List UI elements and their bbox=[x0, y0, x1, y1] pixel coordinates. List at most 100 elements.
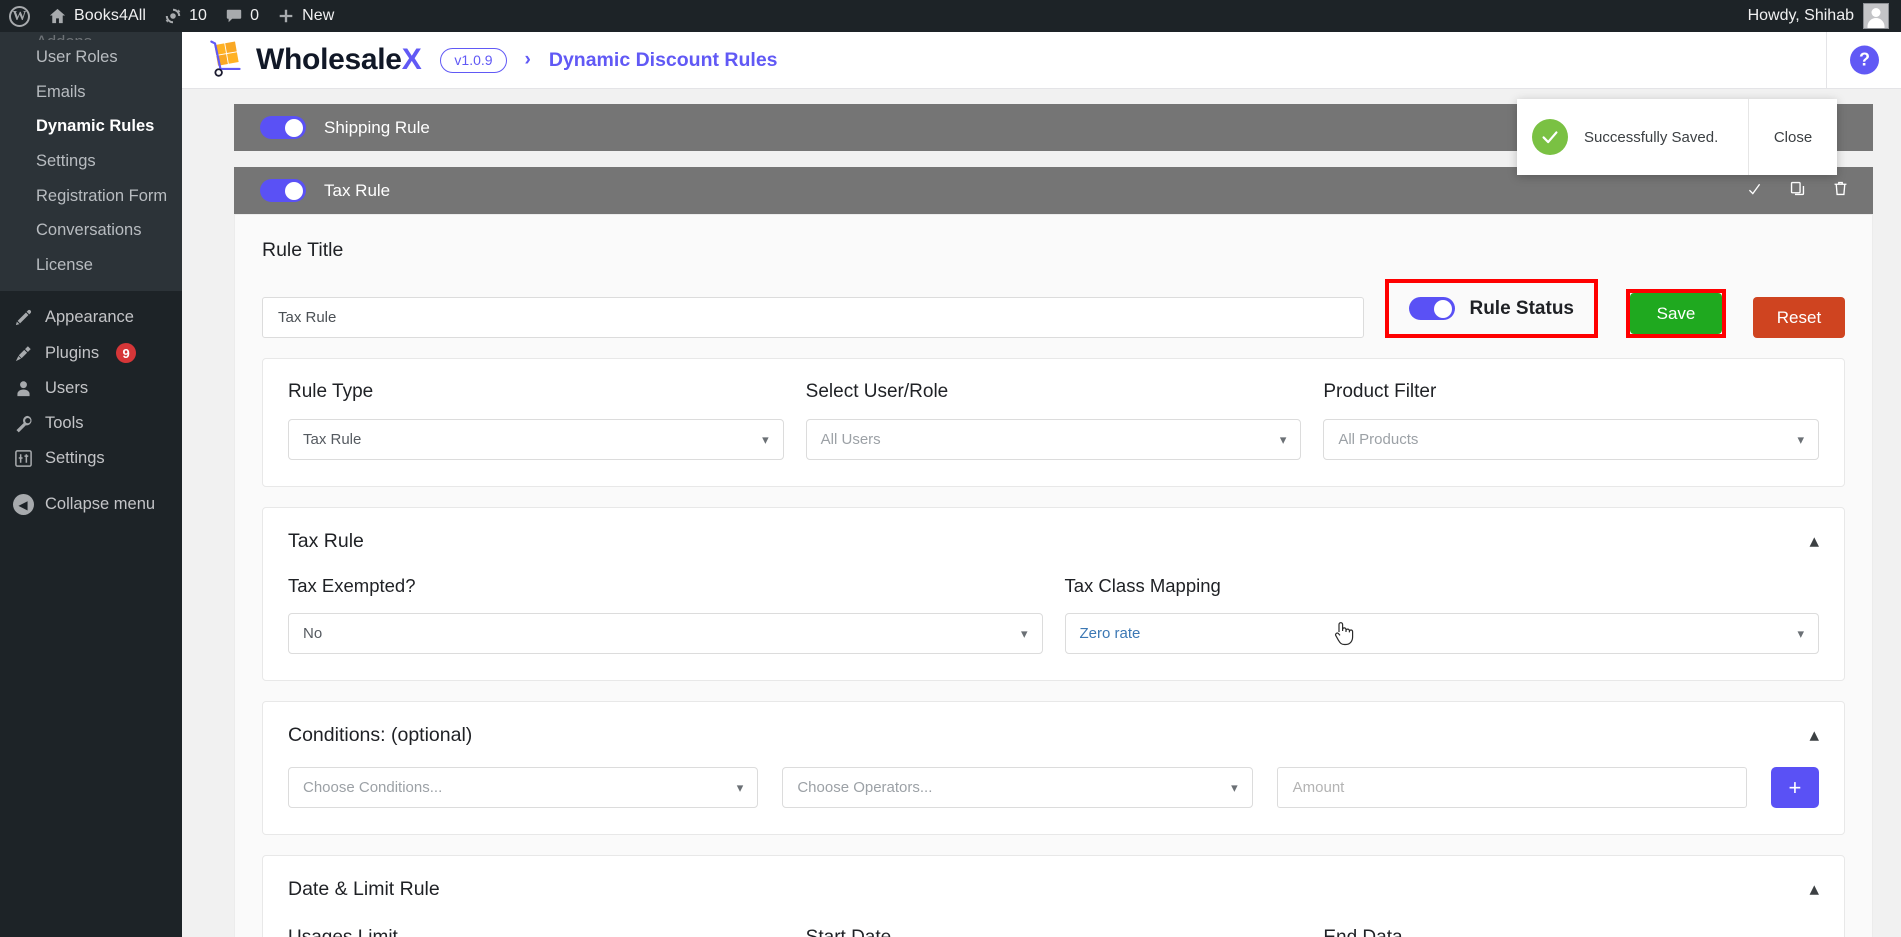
conditions-panel-head: Conditions: (optional) ▴ bbox=[288, 724, 1819, 747]
choose-conditions-cell: Choose Conditions... ▾ bbox=[288, 767, 759, 808]
sidebar-item-settings[interactable]: Settings bbox=[0, 144, 182, 179]
duplicate-icon[interactable] bbox=[1746, 180, 1763, 202]
sidebar-item-dynamic-rules[interactable]: Dynamic Rules bbox=[0, 109, 182, 144]
add-condition-button[interactable]: + bbox=[1770, 767, 1819, 808]
toast-close-button[interactable]: Close bbox=[1748, 99, 1837, 175]
brand-name: WholesaleX bbox=[256, 43, 422, 77]
tax-rule-panel-title: Tax Rule bbox=[288, 530, 364, 552]
collapse-menu-button[interactable]: ◀ Collapse menu bbox=[0, 486, 182, 523]
rule-type-field: Rule Type Tax Rule ▾ bbox=[288, 381, 784, 460]
user-role-field: Select User/Role All Users ▾ bbox=[805, 381, 1302, 460]
tax-exempted-label: Tax Exempted? bbox=[288, 575, 416, 596]
rule-status-group: Rule Status bbox=[1385, 279, 1598, 338]
chevron-down-icon: ▾ bbox=[1279, 432, 1287, 447]
site-name-menu[interactable]: Books4All bbox=[39, 0, 155, 32]
chevron-up-icon[interactable]: ▴ bbox=[1809, 532, 1819, 551]
shipping-rule-toggle[interactable] bbox=[260, 116, 306, 139]
wordpress-logo-icon: W bbox=[9, 5, 30, 27]
amount-cell: Amount bbox=[1276, 767, 1747, 808]
chevron-down-icon: ▾ bbox=[1231, 780, 1238, 795]
chevron-right-icon: › bbox=[524, 49, 531, 70]
question-mark-icon[interactable]: ? bbox=[1850, 45, 1879, 75]
sidebar-item-registration-form[interactable]: Registration Form bbox=[0, 179, 182, 214]
save-button[interactable]: Save bbox=[1630, 293, 1722, 334]
wholesalex-cart-icon bbox=[205, 38, 245, 83]
sidebar-divider bbox=[0, 291, 182, 300]
sidebar-label-users: Users bbox=[45, 379, 89, 398]
version-badge: v1.0.9 bbox=[440, 47, 507, 73]
sidebar-item-appearance[interactable]: Appearance bbox=[0, 300, 182, 335]
sidebar-item-settings[interactable]: Settings bbox=[0, 441, 182, 476]
filters-grid: Rule Type Tax Rule ▾ Select User/Role Al… bbox=[288, 381, 1820, 460]
updates-menu[interactable]: 10 bbox=[155, 0, 216, 32]
date-limit-panel-title: Date & Limit Rule bbox=[288, 878, 440, 900]
shipping-rule-title: Shipping Rule bbox=[324, 117, 430, 137]
plugin-header: WholesaleX v1.0.9 › Dynamic Discount Rul… bbox=[182, 32, 1901, 89]
chevron-up-icon[interactable]: ▴ bbox=[1809, 726, 1819, 745]
choose-operators-cell: Choose Operators... ▾ bbox=[782, 767, 1253, 808]
brand-name-accent: X bbox=[401, 43, 422, 76]
conditions-row: Choose Conditions... ▾ Choose Operators.… bbox=[288, 767, 1819, 808]
rule-title-input[interactable]: Tax Rule bbox=[262, 297, 1365, 338]
tax-rule-fields: Tax Exempted? No ▾ Tax Class Mapping Zer… bbox=[288, 575, 1819, 654]
sidebar-item-users[interactable]: Users bbox=[0, 371, 182, 406]
comments-menu[interactable]: 0 bbox=[216, 0, 268, 32]
tax-rule-title: Tax Rule bbox=[324, 180, 391, 200]
tax-exempted-field: Tax Exempted? No ▾ bbox=[288, 575, 1043, 654]
choose-operators-select[interactable]: Choose Operators... ▾ bbox=[782, 767, 1253, 808]
tax-class-mapping-select[interactable]: Zero rate ▾ bbox=[1064, 613, 1819, 654]
sliders-icon bbox=[12, 449, 34, 468]
tax-exempted-select[interactable]: No ▾ bbox=[288, 613, 1043, 654]
delete-icon[interactable] bbox=[1832, 180, 1849, 202]
user-role-value: All Users bbox=[820, 431, 881, 448]
date-limit-panel: Date & Limit Rule ▴ Usages Limit Start D… bbox=[262, 855, 1845, 937]
user-role-select[interactable]: All Users ▾ bbox=[805, 419, 1302, 460]
chevron-up-icon[interactable]: ▴ bbox=[1809, 880, 1819, 899]
sidebar-item-conversations[interactable]: Conversations bbox=[0, 213, 182, 248]
sidebar-item-emails[interactable]: Emails bbox=[0, 75, 182, 110]
tax-class-mapping-field: Tax Class Mapping Zero rate ▾ bbox=[1064, 575, 1819, 654]
reset-button[interactable]: Reset bbox=[1753, 297, 1845, 338]
account-menu[interactable]: Howdy, Shihab bbox=[1748, 3, 1901, 29]
tax-rule-toggle[interactable] bbox=[260, 179, 306, 202]
copy-icon[interactable] bbox=[1789, 180, 1806, 202]
tax-rule-panel: Tax Rule ▴ Tax Exempted? No ▾ Tax Class … bbox=[262, 507, 1845, 681]
site-name-label: Books4All bbox=[74, 7, 147, 24]
choose-conditions-select[interactable]: Choose Conditions... ▾ bbox=[288, 767, 759, 808]
product-filter-field: Product Filter All Products ▾ bbox=[1323, 381, 1820, 460]
chevron-down-icon: ▾ bbox=[1020, 626, 1028, 641]
wp-logo-menu[interactable]: W bbox=[0, 0, 39, 32]
date-limit-labels: Usages Limit Start Date End Data bbox=[288, 927, 1819, 937]
rule-status-toggle[interactable] bbox=[1409, 297, 1456, 320]
new-label: New bbox=[302, 7, 335, 24]
sidebar-item-user-roles[interactable]: User Roles bbox=[0, 40, 182, 75]
save-button-highlight: Save bbox=[1626, 289, 1726, 338]
tax-class-mapping-label: Tax Class Mapping bbox=[1064, 575, 1221, 596]
comments-icon bbox=[225, 7, 243, 25]
plug-icon bbox=[12, 344, 34, 363]
product-filter-label: Product Filter bbox=[1323, 381, 1437, 402]
rule-status-label: Rule Status bbox=[1469, 297, 1574, 319]
choose-conditions-value: Choose Conditions... bbox=[303, 779, 443, 796]
success-toast: Successfully Saved. Close bbox=[1517, 99, 1837, 175]
rule-type-select[interactable]: Tax Rule ▾ bbox=[288, 419, 784, 460]
amount-input[interactable]: Amount bbox=[1276, 767, 1747, 808]
product-filter-select[interactable]: All Products ▾ bbox=[1323, 419, 1820, 460]
sidebar-item-license[interactable]: License bbox=[0, 248, 182, 283]
toast-message: Successfully Saved. bbox=[1584, 128, 1719, 146]
usages-limit-label: Usages Limit bbox=[288, 927, 784, 937]
start-date-label: Start Date bbox=[806, 927, 1302, 937]
updates-icon bbox=[164, 7, 182, 25]
collapse-menu-label: Collapse menu bbox=[45, 495, 156, 514]
product-filter-value: All Products bbox=[1338, 431, 1419, 448]
check-circle-icon bbox=[1532, 119, 1568, 155]
choose-operators-value: Choose Operators... bbox=[797, 779, 933, 796]
new-content-menu[interactable]: New bbox=[268, 0, 343, 32]
sidebar-item-addons[interactable]: Addons bbox=[0, 32, 182, 40]
wholesalex-brand[interactable]: WholesaleX bbox=[205, 38, 422, 83]
rule-title-label: Rule Title bbox=[262, 239, 344, 261]
sidebar-item-plugins[interactable]: Plugins 9 bbox=[0, 335, 182, 371]
sidebar-item-tools[interactable]: Tools bbox=[0, 406, 182, 441]
dynamic-rules-content: Shipping Rule Tax Rule Rule Title Tax Ru… bbox=[182, 89, 1901, 937]
howdy-label: Howdy, Shihab bbox=[1747, 7, 1854, 24]
